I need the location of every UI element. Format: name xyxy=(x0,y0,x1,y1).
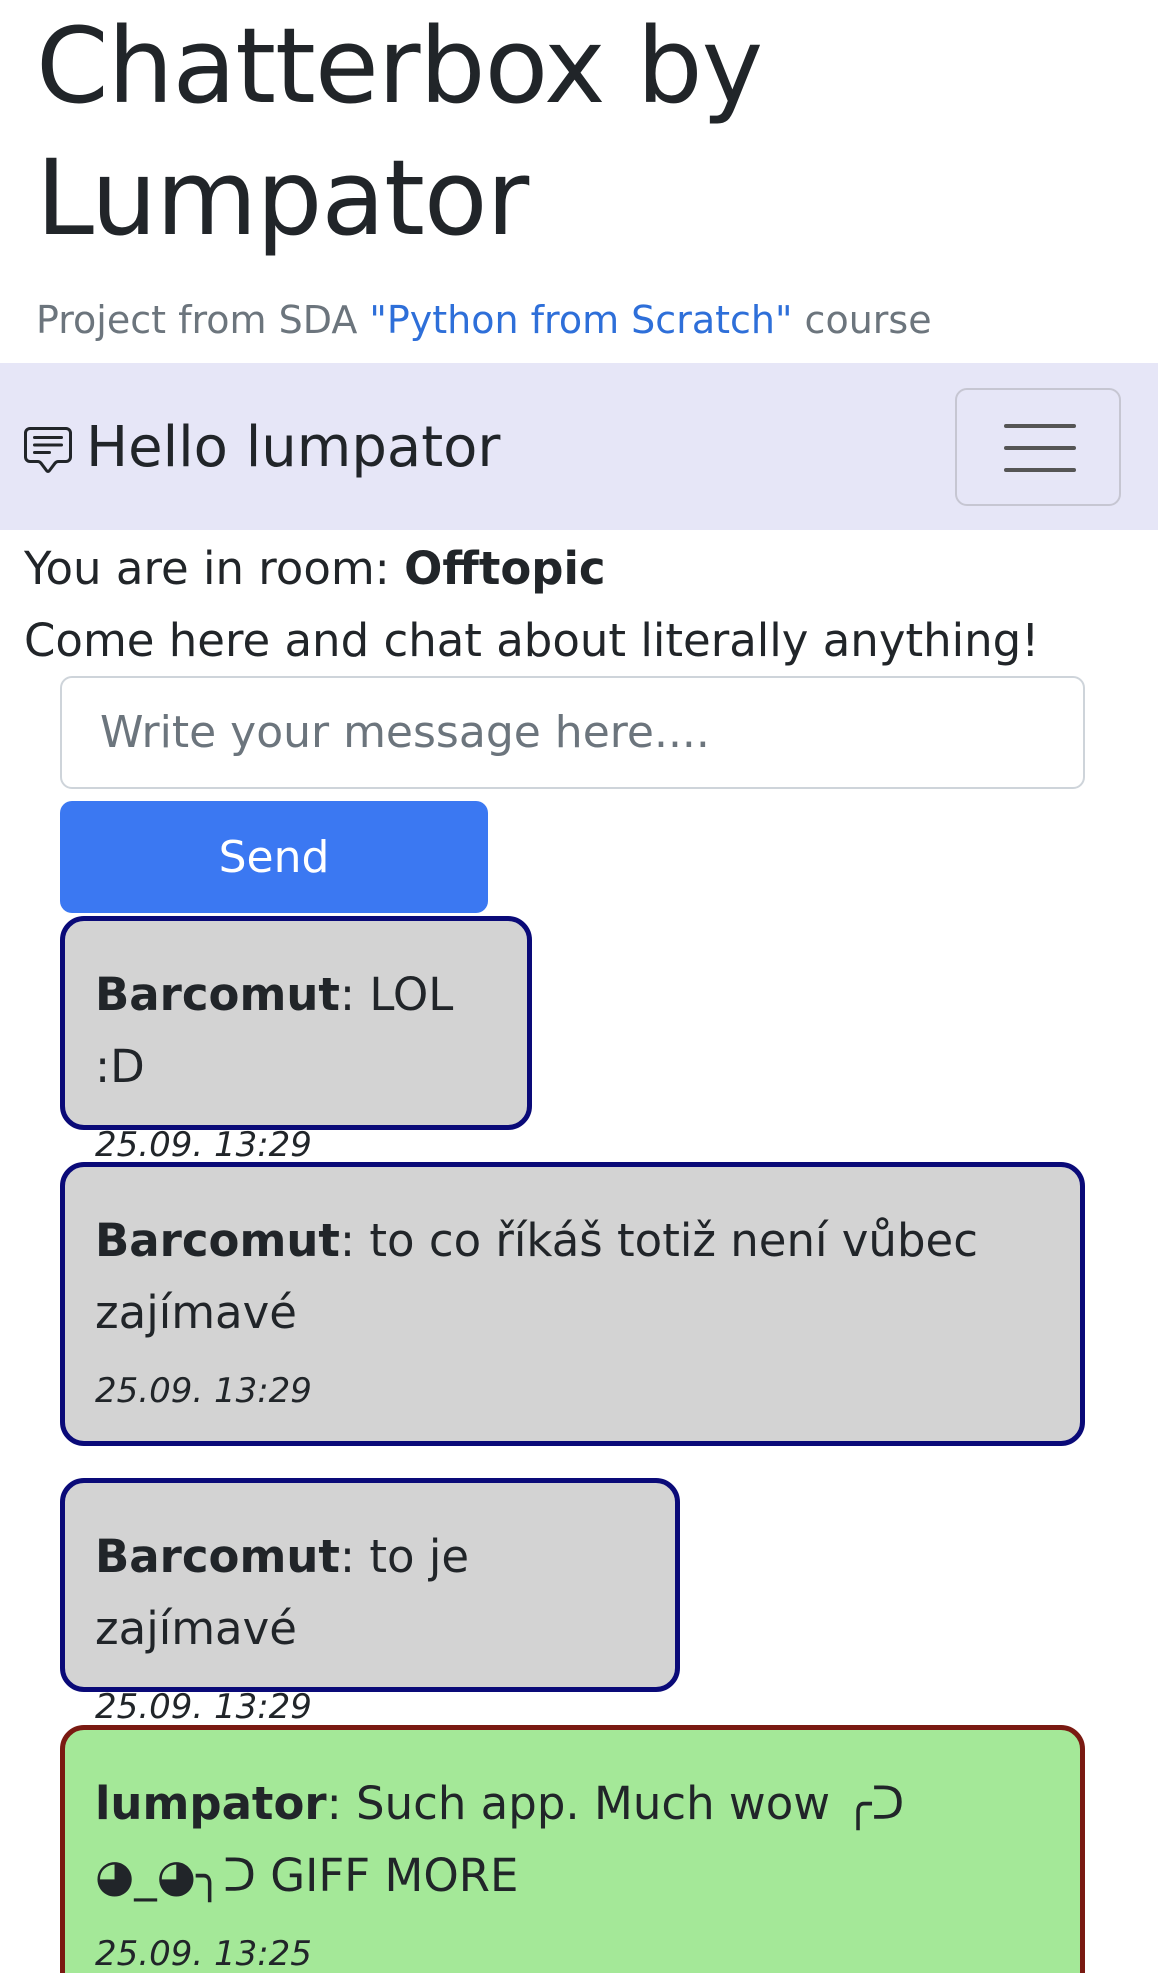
hamburger-menu-icon xyxy=(1004,424,1076,428)
own-message-bubble: lumpator: Such app. Much wow ╭ᑐ ◕_◕╮ᑐ GI… xyxy=(60,1725,1085,1973)
message-bubble: Barcomut: to co říkáš totiž není vůbec z… xyxy=(60,1162,1085,1446)
message-input[interactable] xyxy=(60,676,1085,789)
navbar-greeting[interactable]: Hello lumpator xyxy=(86,413,500,483)
message-author: lumpator xyxy=(95,1777,327,1830)
subtitle-prefix: Project from SDA xyxy=(36,298,370,342)
message-author: Barcomut xyxy=(95,1530,340,1583)
room-label: You are in room: xyxy=(24,542,405,595)
message-text: Barcomut: to je zajímavé xyxy=(95,1530,470,1655)
chat-square-text-icon xyxy=(24,427,72,473)
room-description: Come here and chat about literally anyth… xyxy=(24,614,1040,667)
message-text: Barcomut: LOL :D xyxy=(95,968,454,1093)
room-indicator: You are in room: Offtopic xyxy=(24,537,606,601)
message-author: Barcomut xyxy=(95,1214,340,1267)
page-title: Chatterbox by Lumpator xyxy=(36,5,763,259)
send-button[interactable]: Send xyxy=(60,801,488,913)
message-timestamp: 25.09. 13:29 xyxy=(95,1371,312,1411)
message-text: Barcomut: to co říkáš totiž není vůbec z… xyxy=(95,1214,978,1339)
room-name: Offtopic xyxy=(404,542,606,595)
message-bubble: Barcomut: to je zajímavé 25.09. 13:29 xyxy=(60,1478,680,1727)
message-bubble: Barcomut: LOL :D 25.09. 13:29 xyxy=(60,916,532,1165)
course-link[interactable]: "Python from Scratch" xyxy=(369,298,792,342)
message-timestamp: 25.09. 13:25 xyxy=(95,1934,312,1973)
navbar: Hello lumpator xyxy=(0,363,1158,530)
message-text: lumpator: Such app. Much wow ╭ᑐ ◕_◕╮ᑐ GI… xyxy=(95,1777,905,1902)
subtitle-suffix: course xyxy=(792,298,932,342)
page-subtitle: Project from SDA "Python from Scratch" c… xyxy=(36,290,932,350)
navbar-toggle-button[interactable] xyxy=(955,388,1121,506)
message-author: Barcomut xyxy=(95,968,340,1021)
message-timestamp: 25.09. 13:29 xyxy=(95,1687,312,1727)
